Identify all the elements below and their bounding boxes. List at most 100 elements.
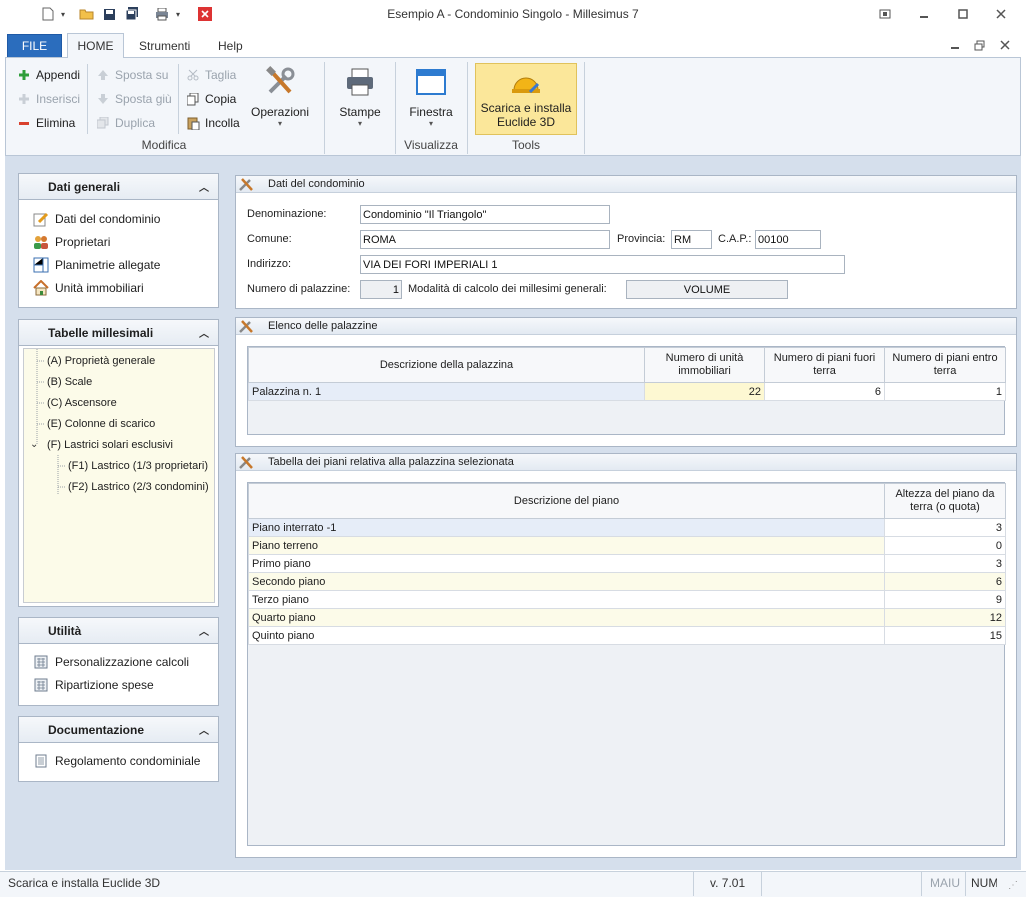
chevron-up-icon[interactable]: ︿ <box>199 722 209 737</box>
denominazione-field[interactable]: Condominio "Il Triangolo" <box>360 205 610 224</box>
appendi-button[interactable]: Appendi <box>17 64 80 86</box>
cell-descrizione[interactable]: Quinto piano <box>248 626 885 645</box>
sposta-giu-button[interactable]: Sposta giù <box>96 88 172 110</box>
column-header[interactable]: Descrizione del piano <box>248 483 885 519</box>
cell-descrizione[interactable]: Quarto piano <box>248 608 885 627</box>
euclide-download-button[interactable]: Scarica e installa Euclide 3D <box>475 63 577 135</box>
modalita-field[interactable]: VOLUME <box>626 280 788 299</box>
tree-node-a[interactable]: (A) Proprietà generale <box>47 350 155 371</box>
cell-altezza[interactable]: 12 <box>884 608 1006 627</box>
column-header[interactable]: Numero di piani entro terra <box>884 347 1006 383</box>
operazioni-button[interactable]: Operazioni ▾ <box>248 66 312 128</box>
comune-field[interactable]: ROMA <box>360 230 610 249</box>
nav-personalizzazione-calcoli[interactable]: Personalizzazione calcoli <box>19 650 218 673</box>
close-window-button[interactable] <box>990 6 1012 22</box>
ribbon-close-icon[interactable] <box>994 37 1016 53</box>
panel-header[interactable]: Dati generali ︿ <box>19 174 218 200</box>
table-row[interactable]: Piano interrato -1 3 <box>248 518 1006 537</box>
plus-icon <box>17 68 31 82</box>
group-label-modifica: Modifica <box>141 138 187 152</box>
cell-altezza[interactable]: 9 <box>884 590 1006 609</box>
sposta-su-button[interactable]: Sposta su <box>96 64 168 86</box>
resize-grip-icon[interactable]: ⋰ <box>1008 880 1018 891</box>
tree-node-f[interactable]: (F) Lastrici solari esclusivi <box>47 434 173 455</box>
table-row[interactable]: Piano terreno 0 <box>248 536 1006 555</box>
cell-entro-terra[interactable]: 1 <box>884 382 1006 401</box>
provincia-field[interactable]: RM <box>671 230 712 249</box>
indirizzo-field[interactable]: VIA DEI FORI IMPERIALI 1 <box>360 255 845 274</box>
nav-unita-immobiliari[interactable]: Unità immobiliari <box>19 276 218 299</box>
nav-label: Dati del condominio <box>55 211 161 226</box>
table-row[interactable]: Secondo piano 6 <box>248 572 1006 591</box>
maximize-button[interactable] <box>952 6 974 22</box>
column-header[interactable]: Altezza del piano da terra (o quota) <box>884 483 1006 519</box>
chevron-up-icon[interactable]: ︿ <box>199 623 209 638</box>
nav-label: Personalizzazione calcoli <box>55 654 190 669</box>
nav-label: Unità immobiliari <box>55 280 144 295</box>
finestra-button[interactable]: Finestra ▾ <box>403 66 459 128</box>
elimina-button[interactable]: Elimina <box>17 112 75 134</box>
table-row[interactable]: Primo piano 3 <box>248 554 1006 573</box>
ribbon-minimize-icon[interactable] <box>944 37 966 53</box>
nav-dati-condominio[interactable]: Dati del condominio <box>19 207 218 230</box>
nav-ripartizione-spese[interactable]: Ripartizione spese <box>19 673 218 696</box>
chevron-up-icon[interactable]: ︿ <box>199 179 209 194</box>
tree-node-f2[interactable]: (F2) Lastrico (2/3 condomini) <box>68 476 209 497</box>
cell-altezza[interactable]: 6 <box>884 572 1006 591</box>
chevron-up-icon[interactable]: ︿ <box>199 325 209 340</box>
arrow-up-icon <box>96 68 110 82</box>
copia-button[interactable]: Copia <box>186 88 236 110</box>
inserisci-label: Inserisci <box>36 92 81 106</box>
tab-file[interactable]: FILE <box>7 34 62 58</box>
panel-header[interactable]: Utilità ︿ <box>19 618 218 644</box>
cell-unita[interactable]: 22 <box>644 382 765 401</box>
euclide-label-line1: Scarica e installa <box>480 101 572 115</box>
table-row[interactable]: Quarto piano 12 <box>248 608 1006 627</box>
tree-expand-icon[interactable]: ⌄ <box>30 434 38 455</box>
cell-descrizione[interactable]: Piano terreno <box>248 536 885 555</box>
tree-node-e[interactable]: (E) Colonne di scarico <box>47 413 155 434</box>
minimize-button[interactable] <box>913 6 935 22</box>
cell-altezza[interactable]: 3 <box>884 554 1006 573</box>
cell-descrizione[interactable]: Piano interrato -1 <box>248 518 885 537</box>
cell-descrizione[interactable]: Palazzina n. 1 <box>248 382 645 401</box>
taglia-button[interactable]: Taglia <box>186 64 236 86</box>
cell-descrizione[interactable]: Primo piano <box>248 554 885 573</box>
modalita-label: Modalità di calcolo dei millesimi genera… <box>408 283 607 295</box>
fullscreen-icon[interactable] <box>874 6 896 22</box>
nav-regolamento[interactable]: Regolamento condominiale <box>19 749 218 772</box>
tree-node-b[interactable]: (B) Scale <box>47 371 92 392</box>
column-header[interactable]: Descrizione della palazzina <box>248 347 645 383</box>
nav-proprietari[interactable]: Proprietari <box>19 230 218 253</box>
tab-help[interactable]: Help <box>206 34 255 58</box>
panel-header[interactable]: Documentazione ︿ <box>19 717 218 743</box>
duplica-button[interactable]: Duplica <box>96 112 155 134</box>
printer-icon <box>344 66 376 101</box>
column-header[interactable]: Numero di unità immobiliari <box>644 347 765 383</box>
tree-node-f1[interactable]: (F1) Lastrico (1/3 proprietari) <box>68 455 208 476</box>
tab-home[interactable]: HOME <box>67 33 124 58</box>
table-row[interactable]: Palazzina n. 1 22 6 1 <box>248 382 1006 401</box>
nav-label: Proprietari <box>55 234 111 249</box>
inserisci-button[interactable]: Inserisci <box>17 88 80 110</box>
tools-icon <box>238 176 254 192</box>
cap-field[interactable]: 00100 <box>755 230 821 249</box>
cell-fuori-terra[interactable]: 6 <box>764 382 885 401</box>
ribbon-restore-icon[interactable] <box>968 37 990 53</box>
ribbon-separator <box>324 62 325 154</box>
table-row[interactable]: Quinto piano 15 <box>248 626 1006 645</box>
cell-descrizione[interactable]: Secondo piano <box>248 572 885 591</box>
tab-strumenti[interactable]: Strumenti <box>127 34 202 58</box>
cell-altezza[interactable]: 0 <box>884 536 1006 555</box>
cell-descrizione[interactable]: Terzo piano <box>248 590 885 609</box>
cell-altezza[interactable]: 3 <box>884 518 1006 537</box>
nav-planimetrie[interactable]: Planimetrie allegate <box>19 253 218 276</box>
cell-altezza[interactable]: 15 <box>884 626 1006 645</box>
stampe-button[interactable]: Stampe ▾ <box>332 66 388 128</box>
tree-node-c[interactable]: (C) Ascensore <box>47 392 117 413</box>
panel-header[interactable]: Tabelle millesimali ︿ <box>19 320 218 346</box>
table-row[interactable]: Terzo piano 9 <box>248 590 1006 609</box>
incolla-button[interactable]: Incolla <box>186 112 240 134</box>
calculator-icon <box>33 654 49 670</box>
column-header[interactable]: Numero di piani fuori terra <box>764 347 885 383</box>
